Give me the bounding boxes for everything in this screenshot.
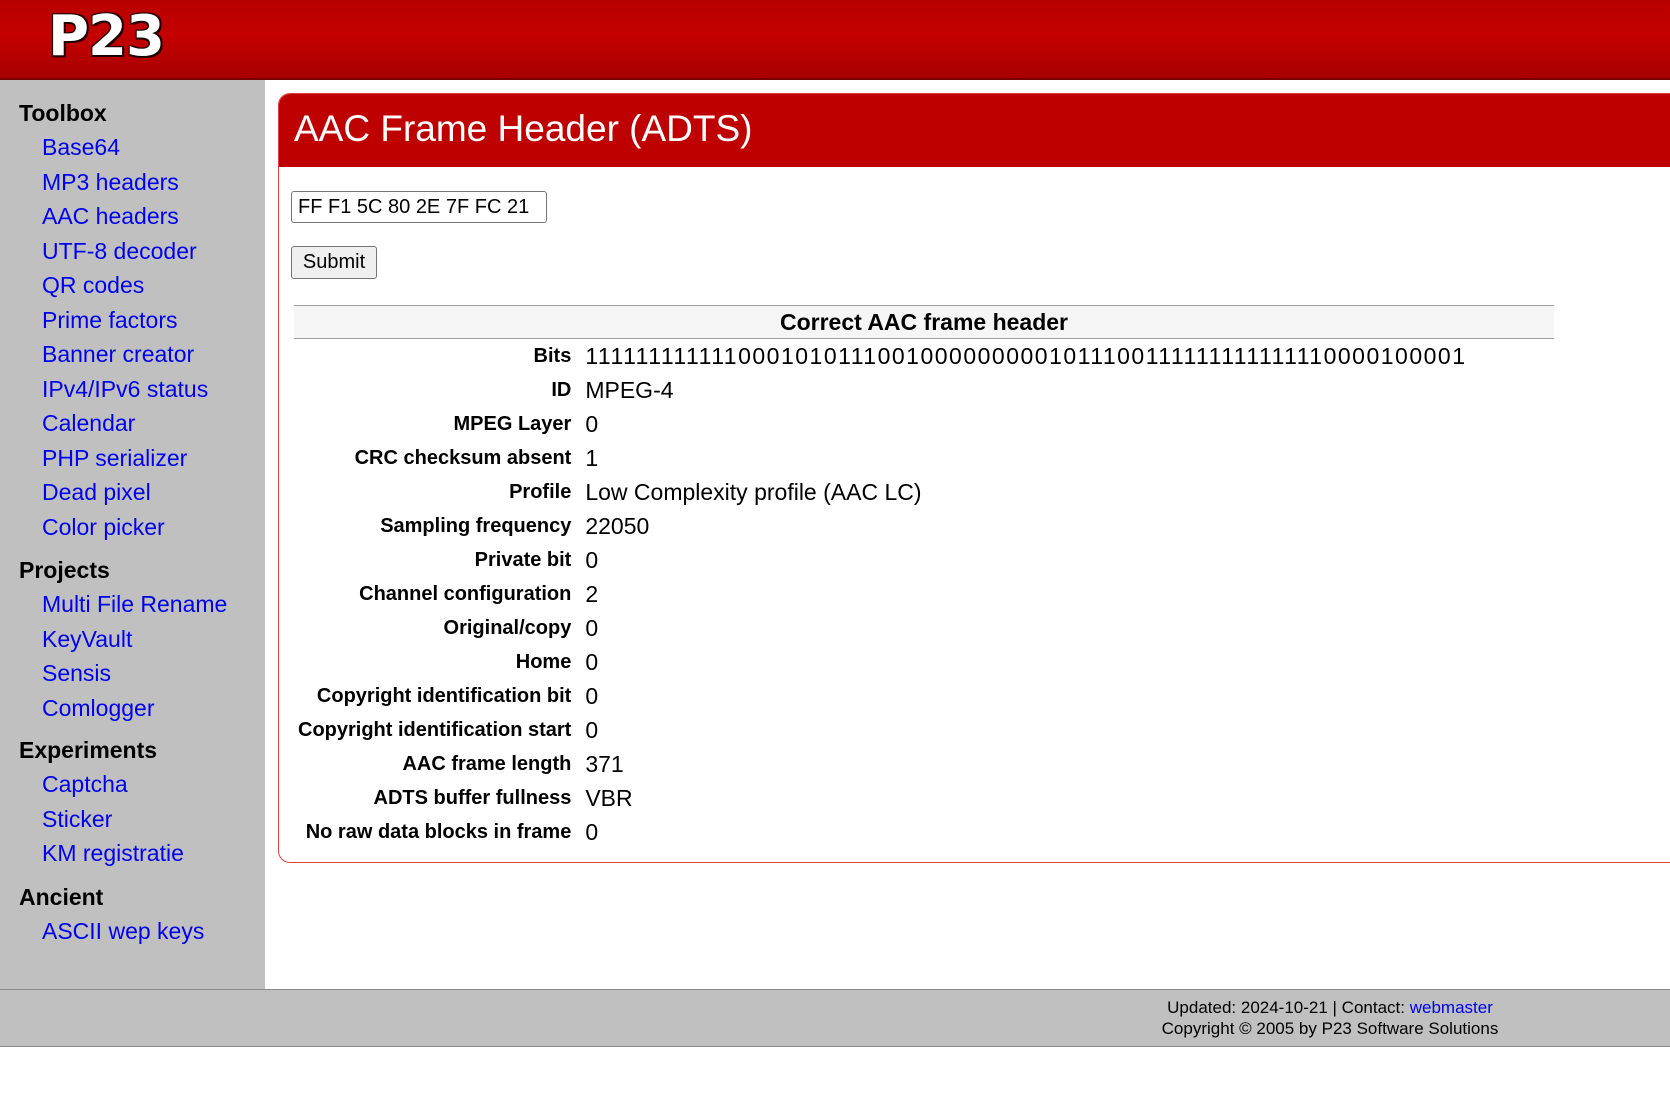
row-label: ID [551, 378, 572, 401]
submit-button[interactable]: Submit [291, 246, 377, 279]
sidebar-link-base64[interactable]: Base64 [19, 130, 208, 165]
sidebar-link-qr-codes[interactable]: QR codes [19, 268, 208, 303]
footer-copyright: Copyright © 2005 by P23 Software Solutio… [1161, 1019, 1499, 1038]
sidebar-link-km-registratie[interactable]: KM registratie [19, 836, 184, 871]
sidebar-heading: Ancient [19, 884, 104, 910]
row-label: CRC checksum absent [354, 446, 572, 469]
row-label: Original/copy [443, 616, 572, 639]
row-label: AAC frame length [402, 752, 572, 775]
row-label: Copyright identification start [298, 718, 572, 741]
row-label: Private bit [474, 548, 572, 571]
sidebar-heading: Toolbox [19, 100, 107, 126]
row-label: Sampling frequency [380, 514, 572, 537]
row-value: 0 [585, 614, 599, 641]
sidebar-link-aac-headers[interactable]: AAC headers [19, 199, 208, 234]
sidebar-link-mp3-headers[interactable]: MP3 headers [19, 165, 208, 200]
row-value: 371 [585, 750, 624, 777]
footer-updated: Updated: 2024-10-21 | Contact: [1167, 998, 1410, 1017]
table-row: Bits 11111111111100010101110010000000001… [294, 339, 1554, 374]
sidebar-link-ip-status[interactable]: IPv4/IPv6 status [19, 372, 208, 407]
row-value: 0 [585, 682, 599, 709]
table-row: No raw data blocks in frame 0 [294, 815, 1554, 849]
sidebar-link-dead-pixel[interactable]: Dead pixel [19, 475, 208, 510]
page-title: AAC Frame Header (ADTS) [294, 108, 753, 149]
row-label: No raw data blocks in frame [305, 820, 572, 843]
row-label: Copyright identification bit [316, 684, 572, 707]
table-row: Channel configuration 2 [294, 577, 1554, 611]
row-label: Home [515, 650, 572, 673]
table-row: Copyright identification start 0 [294, 713, 1554, 747]
table-row: AAC frame length 371 [294, 747, 1554, 781]
row-value: 22050 [585, 512, 650, 539]
row-label: MPEG Layer [453, 412, 572, 435]
table-row: Private bit 0 [294, 543, 1554, 577]
table-row: Copyright identification bit 0 [294, 679, 1554, 713]
table-row: Profile Low Complexity profile (AAC LC) [294, 475, 1554, 509]
sidebar-group-experiments: Experiments Captcha Sticker KM registrat… [19, 733, 184, 871]
sidebar-link-banner-creator[interactable]: Banner creator [19, 337, 208, 372]
row-label: ADTS buffer fullness [373, 786, 572, 809]
sidebar: Toolbox Base64 MP3 headers AAC headers U… [0, 80, 265, 989]
frame-header-table: Correct AAC frame header Bits 1111111111… [294, 305, 1554, 849]
row-value: 0 [585, 546, 599, 573]
row-label: Channel configuration [359, 582, 572, 605]
sidebar-link-keyvault[interactable]: KeyVault [19, 622, 227, 657]
row-value: VBR [585, 784, 633, 811]
row-label: Profile [509, 480, 572, 503]
row-value: 0 [585, 410, 599, 437]
table-row: ADTS buffer fullness VBR [294, 781, 1554, 815]
sidebar-link-sensis[interactable]: Sensis [19, 656, 227, 691]
webmaster-link[interactable]: webmaster [1410, 998, 1493, 1017]
table-row: ID MPEG-4 [294, 373, 1554, 407]
site-header: P23 [0, 0, 1670, 80]
row-value: 0 [585, 648, 599, 675]
panel-title-bar: AAC Frame Header (ADTS) [279, 94, 1670, 167]
sidebar-link-utf8-decoder[interactable]: UTF-8 decoder [19, 234, 208, 269]
table-row: Sampling frequency 22050 [294, 509, 1554, 543]
table-row: Home 0 [294, 645, 1554, 679]
row-value: 0 [585, 716, 599, 743]
row-value: 1111111111110001010111001000000000101110… [585, 342, 1467, 369]
sidebar-heading: Experiments [19, 737, 158, 763]
table-row: MPEG Layer 0 [294, 407, 1554, 441]
sidebar-link-ascii-wep-keys[interactable]: ASCII wep keys [19, 914, 204, 949]
sidebar-group-ancient: Ancient ASCII wep keys [19, 880, 204, 949]
table-heading: Correct AAC frame header [294, 305, 1554, 339]
table-row: Original/copy 0 [294, 611, 1554, 645]
sidebar-heading: Projects [19, 557, 110, 583]
row-value: MPEG-4 [585, 376, 674, 403]
site-footer: Updated: 2024-10-21 | Contact: webmaster… [0, 989, 1670, 1047]
site-logo[interactable]: P23 [48, 2, 165, 72]
row-label: Bits [533, 344, 572, 367]
sidebar-link-captcha[interactable]: Captcha [19, 767, 184, 802]
footer-text: Updated: 2024-10-21 | Contact: webmaster… [0, 997, 1670, 1039]
sidebar-link-color-picker[interactable]: Color picker [19, 510, 208, 545]
row-value: 2 [585, 580, 599, 607]
sidebar-link-prime-factors[interactable]: Prime factors [19, 303, 208, 338]
sidebar-link-multi-file-rename[interactable]: Multi File Rename [19, 587, 227, 622]
row-value: 0 [585, 818, 599, 845]
hex-input[interactable] [291, 191, 547, 223]
sidebar-link-php-serializer[interactable]: PHP serializer [19, 441, 208, 476]
row-value: Low Complexity profile (AAC LC) [585, 478, 922, 505]
table-row: CRC checksum absent 1 [294, 441, 1554, 475]
main-panel: AAC Frame Header (ADTS) Submit Correct A… [278, 93, 1670, 863]
sidebar-group-toolbox: Toolbox Base64 MP3 headers AAC headers U… [19, 96, 208, 544]
sidebar-group-projects: Projects Multi File Rename KeyVault Sens… [19, 553, 227, 725]
sidebar-link-sticker[interactable]: Sticker [19, 802, 184, 837]
table-header-row: Correct AAC frame header [294, 305, 1554, 339]
sidebar-link-comlogger[interactable]: Comlogger [19, 691, 227, 726]
row-value: 1 [585, 444, 599, 471]
sidebar-link-calendar[interactable]: Calendar [19, 406, 208, 441]
